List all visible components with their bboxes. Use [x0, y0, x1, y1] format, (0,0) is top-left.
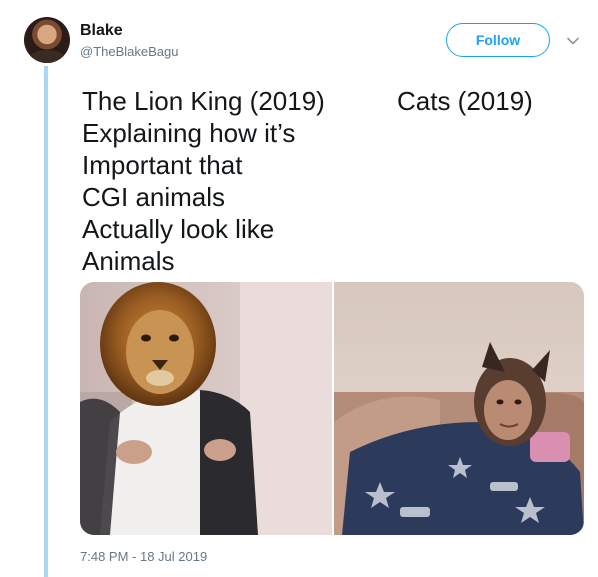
left-image-lion — [80, 282, 332, 535]
tweet-text-caption-right: Cats (2019) — [397, 86, 533, 116]
right-image-cat — [334, 282, 584, 535]
thread-line — [44, 66, 48, 577]
user-handle[interactable]: @TheBlakeBagu — [80, 44, 178, 59]
display-name[interactable]: Blake — [80, 22, 123, 40]
tweet-text: The Lion King (2019) Explaining how it’s… — [82, 86, 325, 276]
chevron-down-icon[interactable] — [566, 34, 580, 48]
tweet-timestamp[interactable]: 7:48 PM - 18 Jul 2019 — [80, 549, 207, 564]
follow-button[interactable]: Follow — [446, 23, 550, 57]
avatar[interactable] — [24, 17, 70, 63]
media-collage — [80, 282, 584, 535]
tweet-media[interactable] — [80, 282, 584, 535]
avatar-shirt — [28, 50, 66, 63]
